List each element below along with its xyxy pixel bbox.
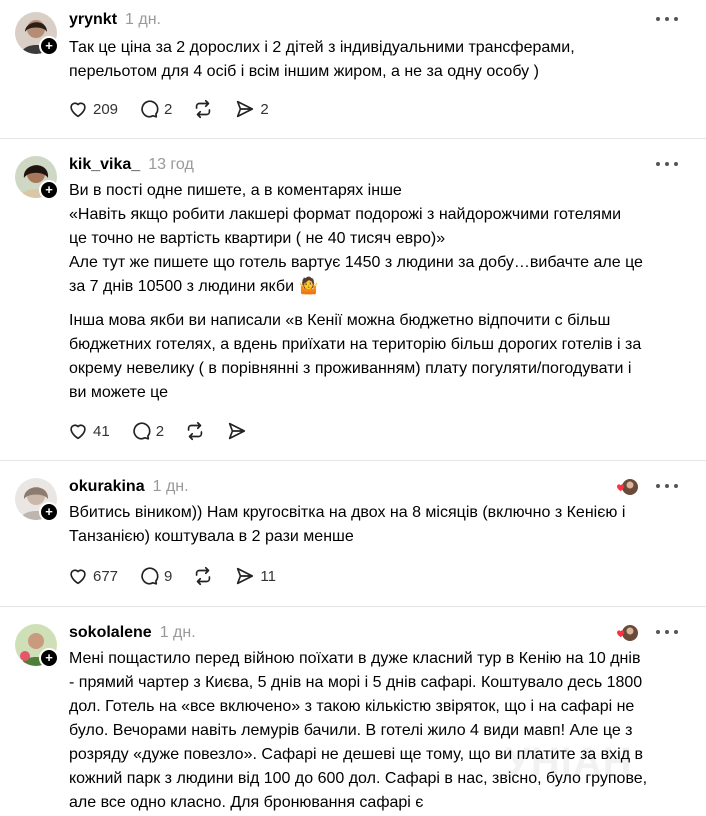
reply-button[interactable]: 2 — [130, 420, 164, 442]
comment: + okurakina 1 дн. Вбитись віником)) Нам к… — [0, 461, 706, 606]
repost-button[interactable] — [192, 565, 214, 587]
avatar[interactable]: + — [15, 624, 59, 668]
comment-header: kik_vika_ 13 год — [69, 156, 194, 174]
more-options-icon[interactable] — [656, 17, 678, 23]
like-count: 677 — [93, 567, 119, 585]
comment-line: але все одно класно. Для бронювання сафа… — [69, 794, 424, 811]
follow-plus-icon[interactable]: + — [39, 180, 59, 200]
heart-icon — [70, 424, 86, 440]
avatar[interactable]: + — [15, 12, 59, 56]
avatar[interactable]: + — [15, 156, 59, 200]
timestamp: 1 дн. — [152, 478, 189, 495]
comment-line: Мені пощастило перед війною поїхати в ду… — [69, 650, 641, 667]
repost-button[interactable] — [192, 98, 214, 120]
follow-plus-icon[interactable]: + — [39, 502, 59, 522]
reply-count: 2 — [155, 422, 165, 440]
comment-icon — [141, 567, 159, 585]
heart-icon — [70, 102, 86, 118]
author-liked-indicator — [614, 477, 640, 497]
action-bar: 677 9 11 — [67, 564, 296, 588]
follow-plus-icon[interactable]: + — [39, 36, 59, 56]
action-bar: 209 2 2 — [67, 97, 289, 121]
comment-line: бюджетних готелях, а вдень приїхати на т… — [69, 336, 642, 353]
send-icon — [228, 422, 246, 440]
comment-line: Інша мова якби ви написали «в Кенії можн… — [69, 312, 611, 329]
username[interactable]: yrynkt — [69, 11, 117, 28]
send-icon — [237, 567, 254, 585]
comment-line: Танзанією) коштувала в 2 рази менше — [69, 528, 354, 545]
username[interactable]: sokolalene — [69, 624, 152, 641]
reply-button[interactable]: 9 — [138, 565, 172, 587]
like-button[interactable]: 209 — [67, 98, 118, 120]
comment-header: sokolalene 1 дн. — [69, 624, 196, 642]
repost-icon — [196, 566, 211, 586]
timestamp: 1 дн. — [125, 11, 161, 28]
watermark: УНІАН — [505, 740, 633, 784]
comment-line: за 7 днів 10500 з людини якби 🤷 — [69, 278, 319, 295]
timestamp: 13 год — [148, 156, 194, 173]
repost-icon — [196, 99, 211, 119]
heart-icon — [70, 569, 86, 585]
comment-line: це точно не вартість квартири ( не 40 ти… — [69, 230, 446, 247]
comment-line: дол. Готель на «все включено» з такою кі… — [69, 698, 635, 715]
share-button[interactable]: 11 — [234, 565, 276, 587]
reply-button[interactable]: 2 — [138, 98, 172, 120]
comment-line: Ви в пості одне пишете, а в коментарях і… — [69, 182, 402, 199]
more-options-icon[interactable] — [656, 630, 678, 636]
follow-plus-icon[interactable]: + — [39, 648, 59, 668]
more-options-icon[interactable] — [656, 484, 678, 490]
share-count: 2 — [260, 100, 269, 118]
timestamp: 1 дн. — [159, 624, 196, 641]
avatar[interactable]: + — [15, 478, 59, 522]
comment-text: Вбитись віником)) Нам кругосвітка на дво… — [69, 501, 689, 549]
share-button[interactable] — [226, 420, 248, 442]
comment-line: Вбитись віником)) Нам кругосвітка на дво… — [69, 504, 626, 521]
username[interactable]: okurakina — [69, 478, 145, 495]
action-bar: 41 2 — [67, 419, 268, 443]
more-options-icon[interactable] — [656, 162, 678, 168]
comment-line: - прямий чартер з Києва, 5 днів на морі … — [69, 674, 643, 691]
comment-line: перельотом для 4 осіб і всім іншим жиром… — [69, 63, 539, 80]
comment-text: Ви в пості одне пишете, а в коментарях і… — [69, 179, 689, 405]
username[interactable]: kik_vika_ — [69, 156, 140, 173]
share-count: 11 — [260, 567, 276, 585]
repost-icon — [187, 421, 203, 441]
comment-header: yrynkt 1 дн. — [69, 11, 161, 29]
comment: + kik_vika_ 13 год Ви в пості одне пишете… — [0, 139, 706, 460]
reply-count: 9 — [164, 567, 173, 585]
like-button[interactable]: 41 — [67, 420, 110, 442]
send-icon — [237, 100, 254, 118]
repost-button[interactable] — [184, 420, 206, 442]
comment-line: ви можете це — [69, 384, 169, 401]
comment-text: Так це ціна за 2 дорослих і 2 дітей з ін… — [69, 36, 689, 84]
comment-line: Але тут же пишете що готель вартує 1450 … — [69, 254, 643, 271]
like-count: 209 — [93, 100, 119, 118]
comment: + yrynkt 1 дн. Так це ціна за 2 дорослих … — [0, 0, 706, 138]
comment-line: Так це ціна за 2 дорослих і 2 дітей з ін… — [69, 39, 575, 56]
reply-count: 2 — [164, 100, 173, 118]
like-count: 41 — [93, 422, 110, 440]
share-button[interactable]: 2 — [234, 98, 269, 120]
comment-line: окрему невелику ( в порівнянні з прожива… — [69, 360, 632, 377]
author-liked-indicator — [614, 623, 640, 643]
like-button[interactable]: 677 — [67, 565, 118, 587]
comment-line: «Навіть якщо робити лакшері формат подор… — [69, 206, 621, 223]
comment-text: Мені пощастило перед війною поїхати в ду… — [69, 647, 689, 815]
comment-header: okurakina 1 дн. — [69, 478, 189, 496]
comment-icon — [141, 100, 159, 118]
comment-icon — [132, 422, 151, 440]
